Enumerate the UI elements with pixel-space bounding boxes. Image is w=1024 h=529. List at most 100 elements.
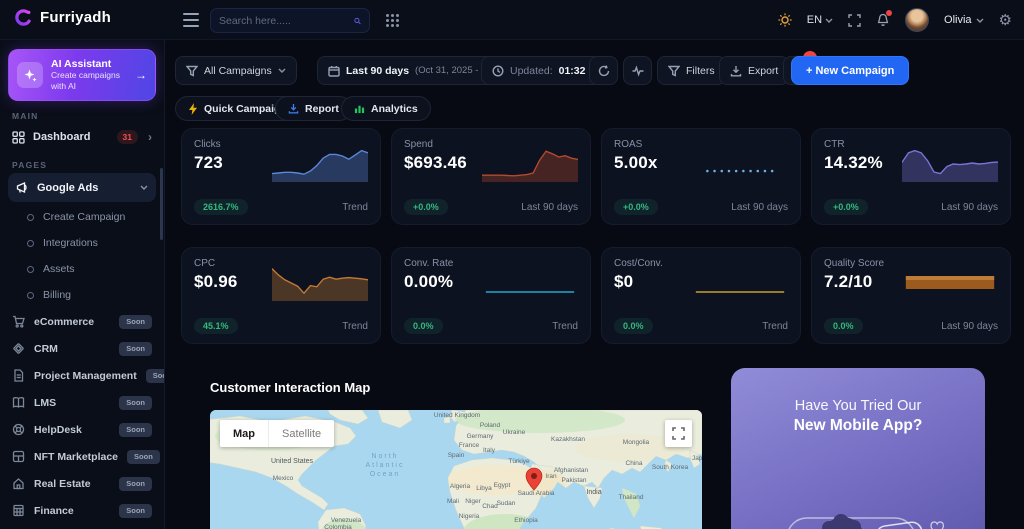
- ai-assistant-card[interactable]: AI Assistant Create campaigns with AI →: [8, 49, 156, 101]
- sidebar-item-crm[interactable]: CRM Soon: [0, 335, 164, 362]
- kpi-footer: Last 90 days: [731, 201, 788, 213]
- sidebar-item-lms[interactable]: LMS Soon: [0, 389, 164, 416]
- kpi-change-badge: 45.1%: [194, 318, 238, 334]
- sidebar-item-label: Finance: [34, 504, 74, 517]
- svg-text:Sudan: Sudan: [497, 500, 516, 507]
- sparkline-chart: [695, 291, 785, 293]
- kpi-card-ctr[interactable]: CTR 14.32% +0.0% Last 90 days: [811, 128, 1011, 225]
- download-icon: [288, 103, 299, 114]
- sparkline-chart: [272, 268, 368, 301]
- sidebar-item-ecommerce[interactable]: eCommerce Soon: [0, 308, 164, 335]
- new-campaign-button[interactable]: + New Campaign: [791, 56, 910, 85]
- kpi-footer: Last 90 days: [941, 320, 998, 332]
- svg-text:India: India: [586, 489, 601, 496]
- satellite-button[interactable]: Satellite: [268, 420, 335, 447]
- sidebar-scrollbar[interactable]: [160, 168, 163, 240]
- kpi-card-cpc[interactable]: CPC $0.96 45.1% Trend: [181, 247, 381, 344]
- settings-gear-icon[interactable]: ⚙: [999, 13, 1012, 28]
- arrow-right-icon: →: [135, 68, 147, 82]
- export-button[interactable]: Export: [719, 56, 790, 85]
- fullscreen-icon[interactable]: [848, 13, 861, 27]
- kpi-change-badge: 2616.7%: [194, 199, 248, 215]
- user-name: Olivia: [944, 14, 972, 26]
- svg-text:Poland: Poland: [480, 422, 501, 429]
- quick-action-label: Analytics: [371, 102, 418, 115]
- refresh-button[interactable]: [589, 56, 618, 85]
- menu-toggle-icon[interactable]: [183, 13, 199, 27]
- customer-interaction-map[interactable]: United States Mexico Venezuela Colombia Unit…: [210, 410, 702, 529]
- theme-toggle-sun-icon[interactable]: [778, 13, 792, 27]
- sidebar-item-label: Integrations: [43, 237, 98, 249]
- search-box[interactable]: [210, 8, 370, 33]
- campaign-filter-label: All Campaigns: [204, 64, 272, 77]
- apps-grid-icon[interactable]: [386, 14, 399, 27]
- document-icon: [14, 369, 24, 382]
- sparkline-chart: [482, 150, 578, 182]
- book-icon: [12, 397, 25, 408]
- sidebar-item-label: Dashboard: [33, 131, 91, 143]
- kpi-card-conv-rate[interactable]: Conv. Rate 0.00% 0.0% Trend: [391, 247, 591, 344]
- campaign-filter-dropdown[interactable]: All Campaigns: [175, 56, 297, 85]
- search-icon[interactable]: [354, 15, 361, 27]
- kpi-card-spend[interactable]: Spend $693.46 +0.0% Last 90 days: [391, 128, 591, 225]
- analytics-button[interactable]: Analytics: [341, 96, 431, 121]
- bar-chart-icon: [354, 105, 365, 114]
- user-menu[interactable]: Olivia: [944, 14, 984, 26]
- dashboard-count-badge: 31: [116, 130, 138, 144]
- activity-pulse-button[interactable]: [623, 56, 652, 85]
- svg-text:Libya: Libya: [476, 485, 492, 492]
- svg-text:France: France: [459, 442, 480, 449]
- svg-text:Nigeria: Nigeria: [459, 513, 480, 520]
- svg-text:Venezuela: Venezuela: [331, 517, 362, 524]
- map-button[interactable]: Map: [220, 420, 268, 447]
- sidebar-item-finance[interactable]: Finance Soon: [0, 497, 164, 524]
- sidebar-item-helpdesk[interactable]: HelpDesk Soon: [0, 416, 164, 443]
- sidebar-item-billing[interactable]: Billing: [0, 282, 164, 308]
- search-input[interactable]: [219, 14, 354, 27]
- section-label-main: MAIN: [12, 111, 39, 121]
- bullet-circle-icon: [27, 213, 34, 221]
- kpi-card-quality-score[interactable]: Quality Score 7.2/10 0.0% Last 90 days: [811, 247, 1011, 344]
- sparkline-chart: [485, 291, 575, 293]
- kpi-card-roas[interactable]: ROAS 5.00x +0.0% Last 90 days: [601, 128, 801, 225]
- chevron-down-icon: [825, 18, 833, 23]
- filters-button[interactable]: Filters: [657, 56, 726, 85]
- user-avatar[interactable]: [905, 8, 930, 32]
- brand-logo[interactable]: Furriyadh: [14, 8, 111, 27]
- filters-label: Filters: [686, 64, 715, 77]
- kpi-card-clicks[interactable]: Clicks 723 2616.7% Trend: [181, 128, 381, 225]
- sidebar-item-dashboard[interactable]: Dashboard 31 ›: [0, 124, 164, 150]
- calendar-icon: [328, 65, 340, 77]
- svg-text:Ethiopia: Ethiopia: [514, 517, 538, 524]
- svg-text:Saudi Arabia: Saudi Arabia: [518, 490, 555, 497]
- svg-text:Colombia: Colombia: [324, 524, 352, 529]
- sidebar-item-label: Google Ads: [37, 181, 99, 194]
- chevron-down-icon: [140, 185, 148, 190]
- sidebar-item-create-campaign[interactable]: Create Campaign: [0, 204, 164, 230]
- sidebar-item-google-ads[interactable]: Google Ads: [8, 173, 156, 202]
- notifications-bell-icon[interactable]: [876, 10, 893, 27]
- sidebar-item-nft-marketplace[interactable]: NFT Marketplace Soon: [0, 443, 164, 470]
- svg-text:Egypt: Egypt: [494, 482, 511, 489]
- fullscreen-icon: [672, 427, 685, 440]
- mobile-app-promo-card[interactable]: Have You Tried Our New Mobile App?: [731, 368, 985, 529]
- kpi-footer: Trend: [762, 320, 788, 332]
- updated-label: Updated:: [510, 64, 553, 77]
- sidebar-item-project-management[interactable]: Project Management Soon: [0, 362, 164, 389]
- sidebar-item-real-estate[interactable]: Real Estate Soon: [0, 470, 164, 497]
- sparkline-chart: [902, 149, 998, 182]
- map-type-control[interactable]: Map Satellite: [220, 420, 335, 447]
- kpi-card-cost-conv[interactable]: Cost/Conv. $0 0.0% Trend: [601, 247, 801, 344]
- sidebar-item-assets[interactable]: Assets: [0, 256, 164, 282]
- kpi-footer: Trend: [342, 201, 368, 213]
- svg-text:Mongolia: Mongolia: [623, 439, 650, 446]
- notification-dot: [886, 10, 893, 16]
- language-selector[interactable]: EN: [807, 14, 833, 26]
- svg-text:Kazakhstan: Kazakhstan: [551, 436, 585, 443]
- sidebar-item-label: Billing: [43, 289, 72, 301]
- main-content: All Campaigns Last 90 days (Oct 31, 2025…: [165, 40, 1024, 529]
- sidebar-item-label: CRM: [34, 342, 58, 355]
- pulse-icon: [632, 64, 643, 77]
- map-fullscreen-button[interactable]: [665, 420, 692, 447]
- sidebar-item-integrations[interactable]: Integrations: [0, 230, 164, 256]
